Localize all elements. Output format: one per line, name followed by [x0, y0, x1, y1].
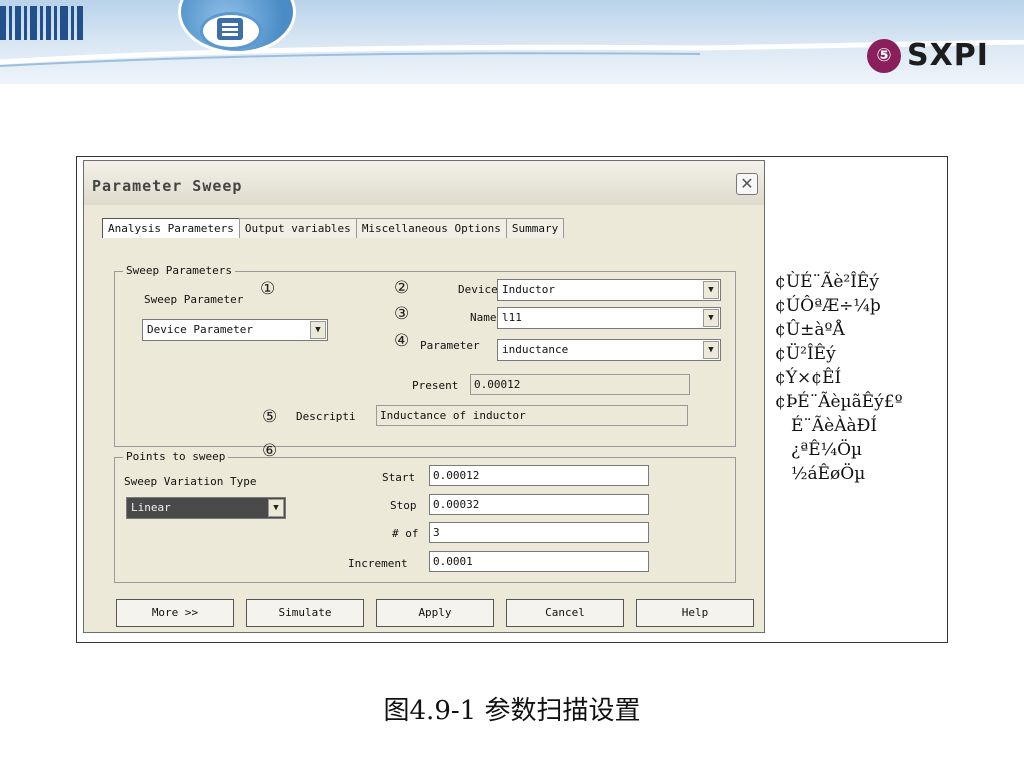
document-icon — [217, 18, 243, 40]
dialog-title: Parameter Sweep — [92, 177, 243, 195]
increment-label: Increment — [348, 557, 408, 570]
name-label: Name — [470, 311, 497, 324]
increment-input[interactable]: 0.0001 — [429, 551, 649, 572]
description-field: Inductance of inductor — [376, 405, 688, 426]
start-label: Start — [382, 471, 416, 484]
present-label: Present — [412, 379, 459, 392]
cancel-button[interactable]: Cancel — [506, 599, 624, 627]
parameter-sweep-dialog: Parameter Sweep ✕ Analysis Parameters Ou… — [83, 160, 765, 633]
side-item-4: ¢Ü²ÎÊý — [775, 344, 836, 364]
parameter-value: inductance — [502, 343, 569, 356]
tab-analysis-parameters[interactable]: Analysis Parameters — [102, 218, 240, 238]
chevron-down-icon[interactable]: ▼ — [703, 341, 719, 359]
num-points-label: # of — [392, 527, 419, 540]
sweep-parameter-label: Sweep Parameter — [144, 293, 244, 306]
points-to-sweep-label: Points to sweep — [123, 450, 229, 463]
sxpi-logo: ⑤ SXPI — [867, 38, 989, 73]
num-points-input[interactable]: 3 — [429, 522, 649, 543]
tab-summary[interactable]: Summary — [505, 218, 565, 238]
side-subitem-2: ¿ªÊ¼Öµ — [791, 440, 863, 460]
simulate-button[interactable]: Simulate — [246, 599, 364, 627]
figure-caption: 图4.9-1 参数扫描设置 — [383, 696, 641, 726]
dialog-titlebar: Parameter Sweep ✕ — [84, 161, 764, 205]
tab-output-variables[interactable]: Output variables — [238, 218, 357, 238]
device-select[interactable]: Inductor ▼ — [497, 279, 721, 301]
present-value-field: 0.00012 — [470, 374, 690, 395]
description-label: Descripti — [296, 410, 356, 423]
sweep-parameters-label: Sweep Parameters — [123, 264, 235, 277]
sweep-parameter-select[interactable]: Device Parameter ▼ — [142, 319, 328, 341]
parameter-label: Parameter — [420, 339, 480, 352]
device-value: Inductor — [502, 283, 555, 296]
chevron-down-icon[interactable]: ▼ — [310, 321, 326, 339]
sweep-variation-type-label: Sweep Variation Type — [124, 475, 257, 488]
tab-bar: Analysis Parameters Output variables Mis… — [102, 218, 565, 238]
barcode-decoration — [0, 6, 83, 40]
chevron-down-icon[interactable]: ▼ — [703, 309, 719, 327]
side-item-6: ¢ÞÉ¨ÃèµãÊý£º — [775, 392, 903, 412]
close-icon[interactable]: ✕ — [736, 173, 758, 195]
sweep-variation-type-value: Linear — [131, 501, 171, 514]
side-subitem-3: ½áÊøÖµ — [791, 464, 866, 484]
device-label: Device — [458, 283, 498, 296]
logo-mark-icon: ⑤ — [867, 38, 901, 73]
chevron-down-icon[interactable]: ▼ — [268, 499, 284, 517]
side-item-3: ¢Û±àºÅ — [775, 320, 845, 340]
parameter-select[interactable]: inductance ▼ — [497, 339, 721, 361]
name-value: l11 — [502, 311, 522, 324]
side-subitem-1: É¨ÃèÀàÐÍ — [791, 416, 878, 436]
stop-label: Stop — [390, 499, 417, 512]
marker-2: ② — [394, 278, 410, 298]
marker-3: ③ — [394, 304, 410, 324]
start-input[interactable]: 0.00012 — [429, 465, 649, 486]
tab-miscellaneous-options[interactable]: Miscellaneous Options — [355, 218, 507, 238]
name-select[interactable]: l11 ▼ — [497, 307, 721, 329]
sweep-variation-type-select[interactable]: Linear ▼ — [126, 497, 286, 519]
chevron-down-icon[interactable]: ▼ — [703, 281, 719, 299]
header-banner: ⑤ SXPI — [0, 0, 1024, 84]
side-item-5: ¢Ý×¢ÊÍ — [775, 368, 842, 388]
marker-4: ④ — [394, 331, 410, 351]
marker-6: ⑥ — [262, 441, 278, 461]
marker-5: ⑤ — [262, 407, 278, 427]
apply-button[interactable]: Apply — [376, 599, 494, 627]
help-button[interactable]: Help — [636, 599, 754, 627]
more-button[interactable]: More >> — [116, 599, 234, 627]
side-item-2: ¢ÚÔªÆ÷¼þ — [775, 296, 881, 316]
sweep-parameter-value: Device Parameter — [147, 323, 253, 336]
stop-input[interactable]: 0.00032 — [429, 494, 649, 515]
side-annotations: ¢ÙÉ¨Ãè²ÎÊý ¢ÚÔªÆ÷¼þ ¢Û±àºÅ ¢Ü²ÎÊý ¢Ý×¢ÊÍ… — [775, 270, 903, 486]
marker-1: ① — [260, 279, 276, 299]
side-item-1: ¢ÙÉ¨Ãè²ÎÊý — [775, 272, 879, 292]
logo-text: SXPI — [907, 38, 989, 73]
